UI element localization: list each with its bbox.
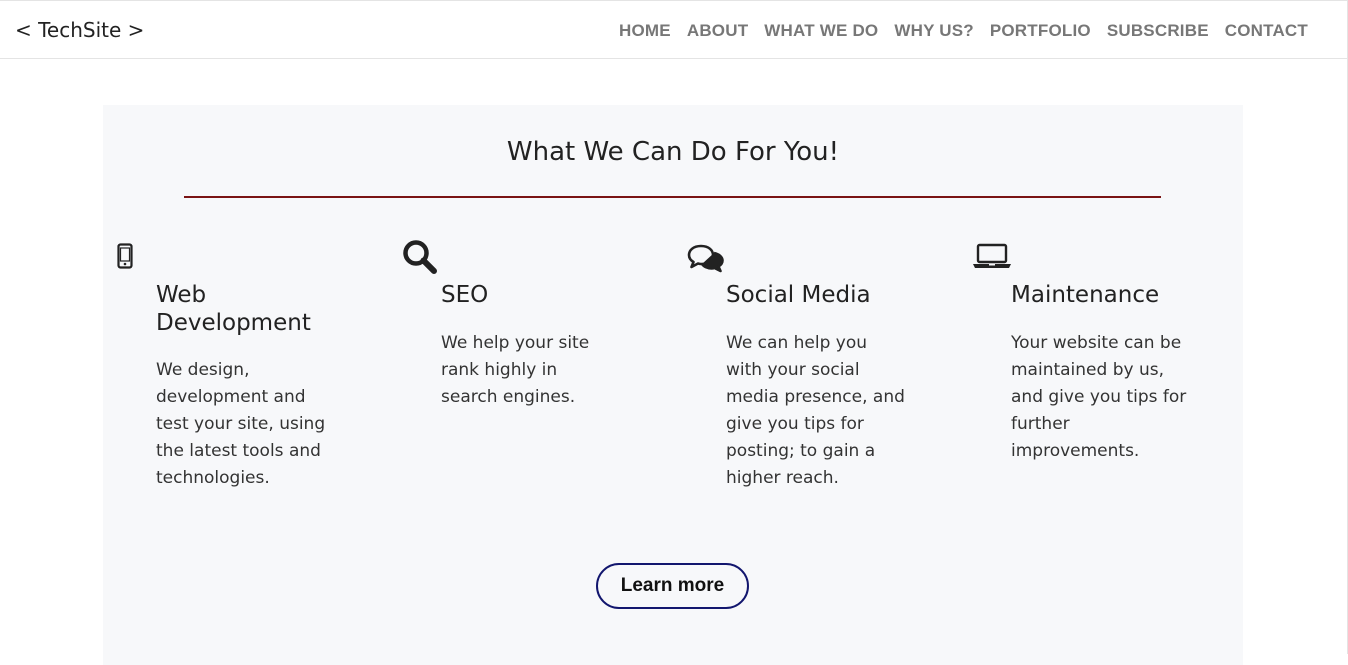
nav-link-home[interactable]: HOME bbox=[619, 21, 671, 40]
service-title: SEO bbox=[441, 282, 489, 308]
mobile-phone-icon bbox=[117, 243, 133, 273]
nav-link-portfolio[interactable]: PORTFOLIO bbox=[990, 21, 1091, 40]
service-description: Your website can be maintained by us, an… bbox=[1011, 333, 1187, 461]
nav-item-about: ABOUT bbox=[687, 21, 748, 41]
nav-link-why-us[interactable]: WHY US? bbox=[894, 21, 973, 40]
brand-logo[interactable]: < TechSite > bbox=[15, 18, 144, 42]
section-title: What We Can Do For You! bbox=[506, 137, 840, 167]
nav-item-why-us: WHY US? bbox=[894, 21, 973, 41]
search-icon bbox=[402, 239, 438, 279]
service-description: We help your site rank highly in search … bbox=[441, 333, 590, 407]
service-description: We design, development and test your sit… bbox=[156, 360, 326, 488]
nav-link-subscribe[interactable]: SUBSCRIBE bbox=[1107, 21, 1209, 40]
nav-link-contact[interactable]: CONTACT bbox=[1225, 21, 1308, 40]
nav-item-what-we-do: WHAT WE DO bbox=[764, 21, 878, 41]
service-title: Social Media bbox=[726, 282, 871, 308]
title-divider bbox=[184, 196, 1161, 198]
laptop-icon bbox=[972, 243, 1012, 273]
nav-item-portfolio: PORTFOLIO bbox=[990, 21, 1091, 41]
service-description: We can help you with your social media p… bbox=[726, 333, 905, 488]
learn-more-button[interactable]: Learn more bbox=[596, 563, 749, 609]
nav-item-subscribe: SUBSCRIBE bbox=[1107, 21, 1209, 41]
nav-link-what-we-do[interactable]: WHAT WE DO bbox=[764, 21, 878, 40]
service-title: Maintenance bbox=[1011, 282, 1160, 308]
nav-link-about[interactable]: ABOUT bbox=[687, 21, 748, 40]
services-section: What We Can Do For You! Web Development … bbox=[103, 105, 1243, 665]
nav-item-home: HOME bbox=[619, 21, 671, 41]
nav-item-contact: CONTACT bbox=[1225, 21, 1308, 41]
navbar: < TechSite > HOME ABOUT WHAT WE DO WHY U… bbox=[0, 0, 1348, 59]
chat-bubbles-icon bbox=[687, 243, 725, 279]
nav-menu: HOME ABOUT WHAT WE DO WHY US? PORTFOLIO … bbox=[619, 21, 1308, 41]
service-title: Web Development bbox=[156, 282, 311, 336]
